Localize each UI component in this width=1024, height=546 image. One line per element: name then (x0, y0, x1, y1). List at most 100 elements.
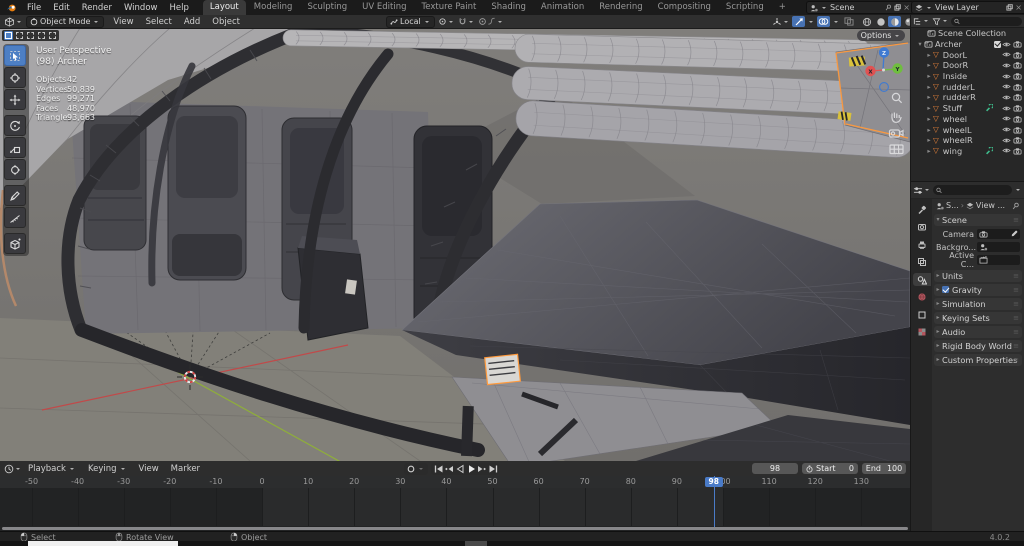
timeline-channels[interactable] (0, 488, 910, 526)
hide-viewport-toggle[interactable] (1002, 137, 1011, 144)
remove-view-layer-icon[interactable]: × (1015, 3, 1022, 12)
disable-render-toggle[interactable] (1013, 93, 1022, 101)
disable-render-toggle[interactable] (1013, 147, 1022, 155)
hide-viewport-toggle[interactable] (1002, 73, 1011, 80)
viewport-menu-view[interactable]: View (107, 17, 139, 27)
panel-keying-sets[interactable]: ▸ Keying Sets ≡ (934, 311, 1022, 324)
mode-selector[interactable]: Object Mode (26, 15, 105, 28)
pivot-point-button[interactable] (438, 17, 455, 26)
workspace-tab-compositing[interactable]: Compositing (651, 0, 718, 15)
disable-render-toggle[interactable] (1013, 51, 1022, 59)
hide-viewport-toggle[interactable] (1002, 105, 1011, 112)
annotate-tool[interactable] (4, 185, 26, 206)
timeline-menu-view[interactable]: View (133, 464, 165, 474)
snap-button[interactable] (458, 17, 475, 26)
property-value-field[interactable] (977, 242, 1020, 252)
hide-viewport-toggle[interactable] (1002, 41, 1011, 48)
outliner-item-rudderr[interactable]: ▸ ▽ rudderR (911, 92, 1024, 103)
blender-logo-icon[interactable] (6, 2, 17, 13)
jump-to-start-button[interactable] (432, 463, 443, 474)
outliner-filter-button[interactable] (932, 17, 949, 26)
unlink-scene-icon[interactable]: × (903, 3, 910, 12)
outliner-item-stuff[interactable]: ▸ ▽ Stuff (911, 103, 1024, 114)
xray-toggle[interactable] (842, 16, 855, 27)
workspace-tab-scripting[interactable]: Scripting (719, 0, 771, 15)
frame-start-field[interactable]: Start 0 (802, 463, 858, 474)
hide-viewport-toggle[interactable] (1002, 115, 1011, 122)
render-properties-tab[interactable] (913, 221, 931, 234)
scene-selector[interactable]: Scene × (806, 1, 914, 14)
timeline-menu-keying[interactable]: Keying (82, 464, 133, 474)
expander-icon[interactable]: ▸ (925, 72, 933, 80)
show-gizmo-button[interactable] (772, 17, 790, 27)
expander-icon[interactable]: ▸ (925, 93, 933, 101)
panel-gravity[interactable]: ▸ Gravity ≡ (934, 283, 1022, 296)
panel-expander-icon[interactable]: ▸ (934, 300, 942, 307)
cursor-tool[interactable] (4, 67, 26, 88)
outliner-item-doorr[interactable]: ▸ ▽ DoorR (911, 60, 1024, 71)
panel-rigid-body-world[interactable]: ▸ Rigid Body World ≡ (934, 339, 1022, 352)
expander-icon[interactable]: ▸ (925, 136, 933, 144)
menu-window[interactable]: Window (118, 3, 164, 13)
world-properties-tab[interactable] (913, 291, 931, 304)
proportional-editing-button[interactable] (478, 17, 504, 26)
panel-expander-icon[interactable]: ▸ (934, 286, 942, 293)
outliner-checkbox[interactable] (994, 39, 1001, 48)
outliner-search-input[interactable] (962, 17, 1019, 25)
menu-help[interactable]: Help (163, 3, 194, 13)
playhead-badge[interactable]: 98 (704, 476, 723, 487)
jump-to-end-button[interactable] (487, 463, 498, 474)
disable-render-toggle[interactable] (1013, 40, 1022, 48)
outliner-item-wing[interactable]: ▸ ▽ wing (911, 146, 1024, 157)
gravity-checkbox[interactable] (942, 285, 949, 294)
panel-expander-icon[interactable]: ▸ (934, 328, 942, 335)
outliner-search[interactable] (951, 16, 1022, 26)
timeline-scrollbar[interactable] (2, 526, 908, 530)
add-cube-tool[interactable] (4, 233, 26, 254)
play-button[interactable] (465, 463, 476, 474)
select-box-tool[interactable] (4, 45, 26, 66)
workspace-tab-uv-editing[interactable]: UV Editing (355, 0, 413, 15)
menu-edit[interactable]: Edit (47, 3, 75, 13)
viewport-menu-object[interactable]: Object (206, 17, 246, 27)
shading-wireframe-button[interactable] (860, 16, 873, 27)
menu-render[interactable]: Render (76, 3, 118, 13)
workspace-tab-shading[interactable]: Shading (484, 0, 533, 15)
pin-icon[interactable] (1012, 202, 1020, 210)
panel-simulation[interactable]: ▸ Simulation ≡ (934, 297, 1022, 310)
rotate-tool[interactable] (4, 115, 26, 136)
timeline-editor-type-button[interactable] (4, 464, 22, 474)
expander-icon[interactable]: ▸ (925, 61, 933, 69)
scale-tool[interactable] (4, 137, 26, 158)
outliner-item-inside[interactable]: ▸ ▽ Inside (911, 71, 1024, 82)
disable-render-toggle[interactable] (1013, 61, 1022, 69)
expander-icon[interactable]: ▸ (925, 83, 933, 91)
gizmos-toggle[interactable] (792, 16, 805, 27)
outliner-item-wheell[interactable]: ▸ ▽ wheelL (911, 124, 1024, 135)
shading-solid-button[interactable] (874, 16, 887, 27)
panel-audio[interactable]: ▸ Audio ≡ (934, 325, 1022, 338)
select-mode-invert-button[interactable] (37, 31, 46, 40)
shading-material-button[interactable] (888, 16, 901, 27)
disable-render-toggle[interactable] (1013, 136, 1022, 144)
outliner-item-doorl[interactable]: ▸ ▽ DoorL (911, 49, 1024, 60)
select-mode-extend-button[interactable] (15, 31, 24, 40)
editor-type-button[interactable] (4, 16, 23, 27)
current-frame-field[interactable]: 98 (752, 463, 798, 474)
select-mode-intersect-button[interactable] (48, 31, 57, 40)
workspace-tab-modeling[interactable]: Modeling (247, 0, 300, 15)
next-keyframe-button[interactable] (476, 463, 487, 474)
select-mode-set-button[interactable] (4, 31, 13, 40)
play-reverse-button[interactable] (454, 463, 465, 474)
scene-properties-tab[interactable] (912, 273, 931, 286)
expander-icon[interactable]: ▸ (925, 51, 933, 59)
timeline-menu-playback[interactable]: Playback (22, 464, 82, 474)
expander-icon[interactable]: ▾ (916, 40, 924, 48)
select-mode-subtract-button[interactable] (26, 31, 35, 40)
property-value-field[interactable] (977, 255, 1020, 265)
view-layer-selector[interactable]: View Layer × (911, 1, 1024, 14)
workspace-tab-texture-paint[interactable]: Texture Paint (415, 0, 484, 15)
panel-expander-icon[interactable]: ▸ (934, 314, 942, 321)
tool-properties-tab[interactable] (913, 203, 931, 216)
transform-tool[interactable] (4, 159, 26, 180)
